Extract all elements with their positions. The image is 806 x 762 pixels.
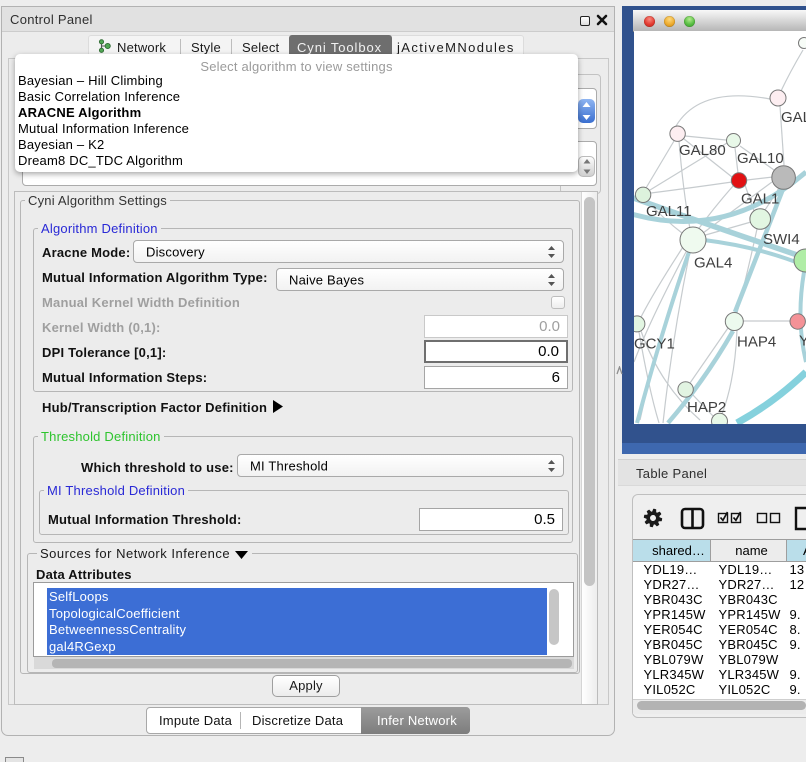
svg-text:HAP2: HAP2 bbox=[687, 399, 726, 416]
svg-text:HAP4: HAP4 bbox=[737, 334, 776, 351]
svg-text:GAL80: GAL80 bbox=[679, 142, 726, 159]
svg-text:GAL1: GAL1 bbox=[741, 191, 779, 208]
svg-text:GAL11: GAL11 bbox=[646, 203, 692, 220]
svg-text:GCY1: GCY1 bbox=[634, 336, 675, 353]
svg-text:GAL7: GAL7 bbox=[781, 109, 806, 126]
svg-text:GAL10: GAL10 bbox=[737, 150, 784, 167]
svg-text:GAL4: GAL4 bbox=[694, 255, 732, 272]
svg-text:SWI4: SWI4 bbox=[763, 231, 800, 248]
svg-text:YJ: YJ bbox=[799, 333, 806, 350]
